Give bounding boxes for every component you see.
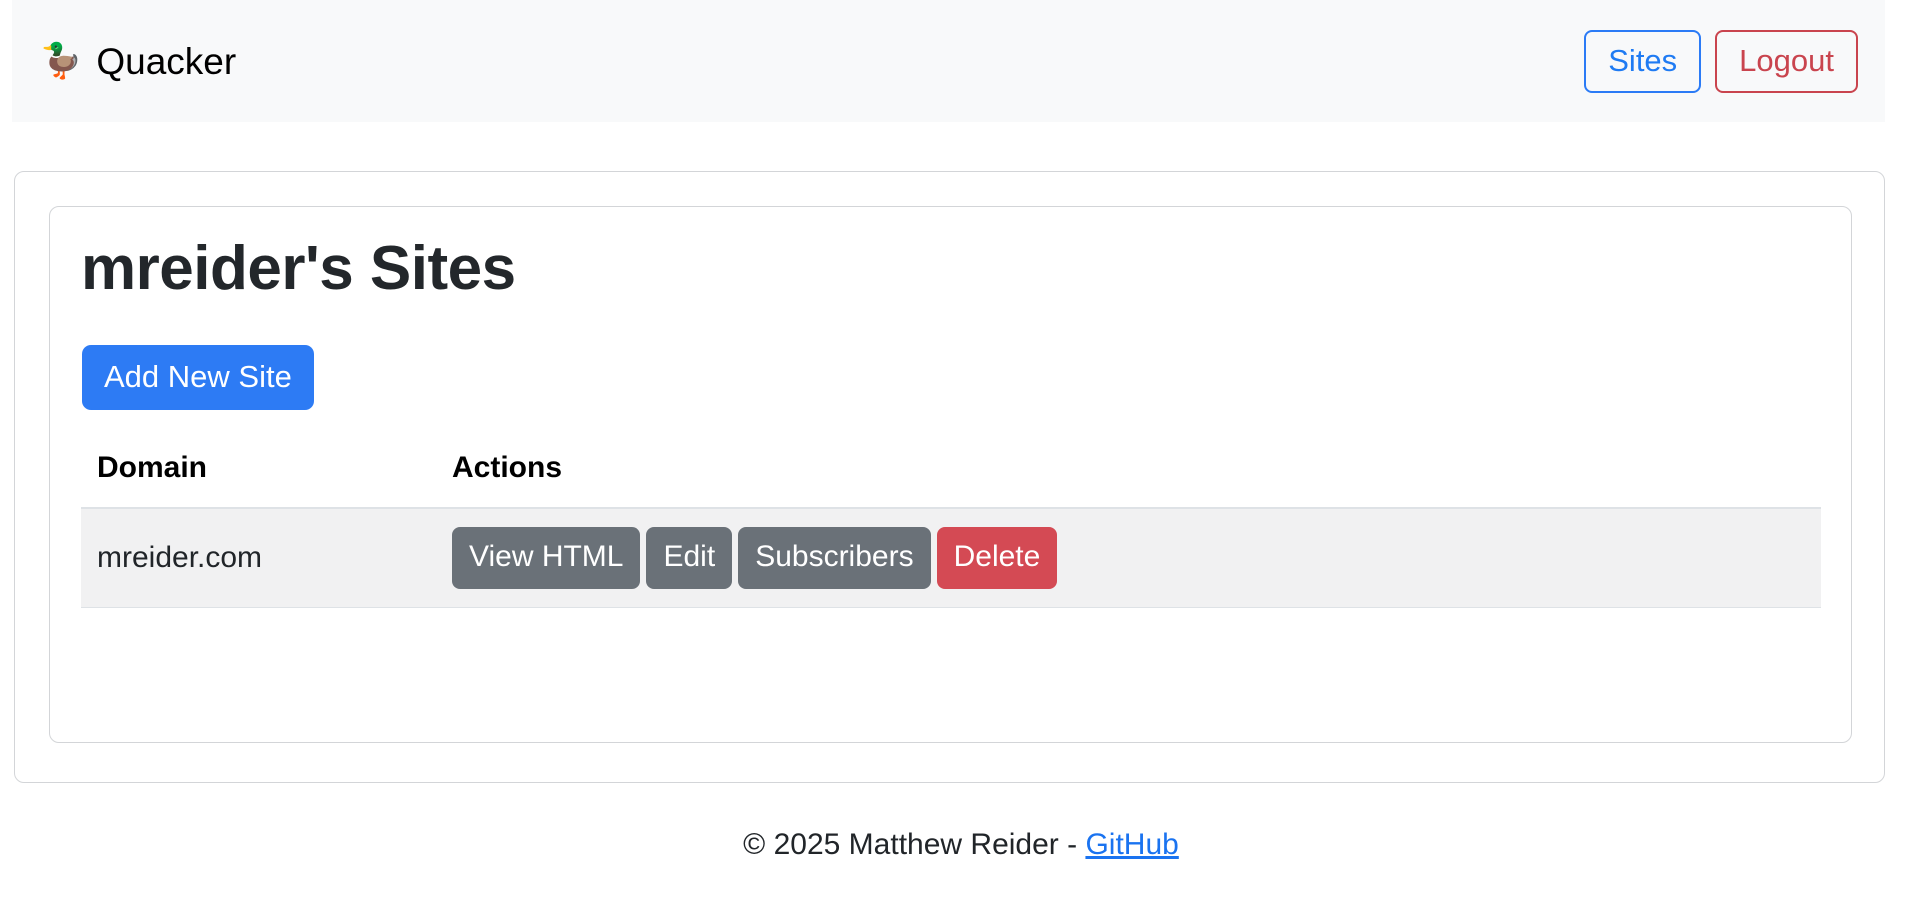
page-footer: © 2025 Matthew Reider - GitHub	[0, 828, 1922, 862]
navbar-actions: Sites Logout	[1584, 29, 1858, 93]
outer-card: mreider's Sites Add New Site Domain Acti…	[14, 171, 1885, 783]
page-title: mreider's Sites	[81, 234, 516, 303]
add-new-site-button[interactable]: Add New Site	[82, 345, 314, 410]
column-header-domain: Domain	[81, 451, 436, 509]
delete-button[interactable]: Delete	[936, 527, 1058, 589]
table-header-row: Domain Actions	[81, 451, 1821, 509]
row-action-group: View HTML Edit Subscribers Delete	[452, 527, 1821, 589]
sites-table-wrapper: Domain Actions mreider.com View HTML Edi…	[81, 451, 1821, 608]
sites-table-body: mreider.com View HTML Edit Subscribers D…	[81, 508, 1821, 608]
duck-icon: 🦆	[40, 42, 83, 80]
subscribers-button[interactable]: Subscribers	[738, 527, 931, 589]
sites-table: Domain Actions mreider.com View HTML Edi…	[81, 451, 1821, 608]
logout-button[interactable]: Logout	[1715, 29, 1858, 93]
brand-link[interactable]: 🦆 Quacker	[40, 43, 236, 80]
top-navbar: 🦆 Quacker Sites Logout	[12, 0, 1885, 122]
brand-label: Quacker	[96, 40, 237, 82]
cell-actions: View HTML Edit Subscribers Delete	[436, 508, 1821, 608]
table-row: mreider.com View HTML Edit Subscribers D…	[81, 508, 1821, 608]
cell-domain: mreider.com	[81, 508, 436, 608]
github-link[interactable]: GitHub	[1085, 828, 1178, 861]
view-html-button[interactable]: View HTML	[452, 527, 641, 589]
footer-copyright: © 2025 Matthew Reider -	[743, 828, 1086, 861]
edit-button[interactable]: Edit	[646, 527, 733, 589]
sites-table-head: Domain Actions	[81, 451, 1821, 509]
column-header-actions: Actions	[436, 451, 1821, 509]
sites-card: mreider's Sites Add New Site Domain Acti…	[49, 206, 1852, 743]
sites-button[interactable]: Sites	[1584, 29, 1702, 93]
